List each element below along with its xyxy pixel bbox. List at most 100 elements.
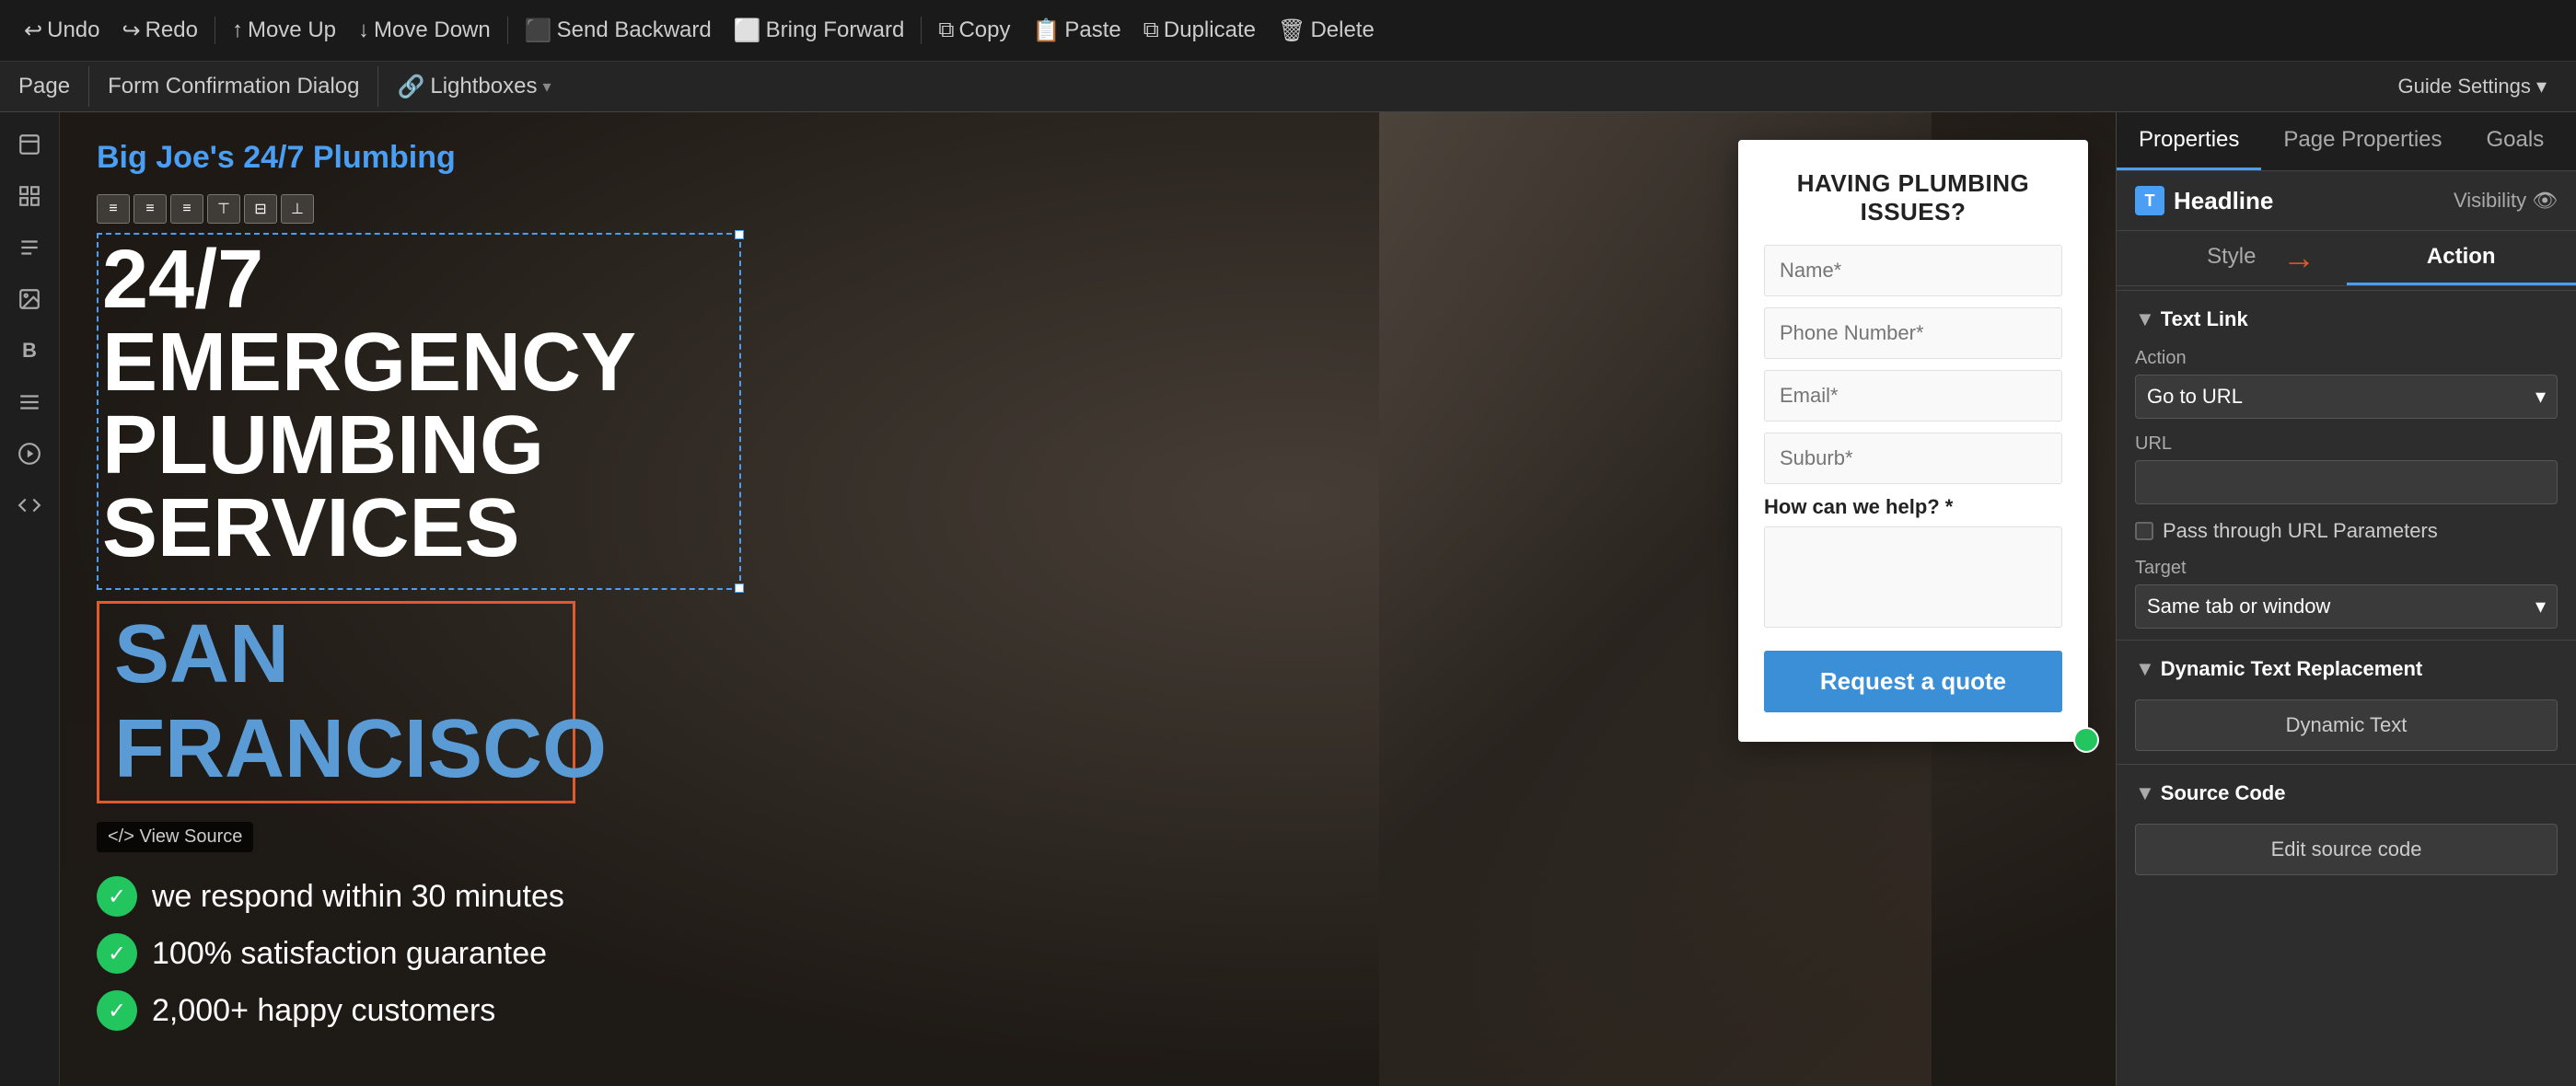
headline-line2: PLUMBING <box>102 404 736 487</box>
sidebar-play-icon[interactable] <box>6 431 52 477</box>
source-code-section-label: Source Code <box>2161 781 2286 805</box>
target-field-label: Target <box>2135 558 2558 579</box>
divider-3 <box>921 17 922 44</box>
target-row: Target Same tab or window ▾ <box>2117 550 2576 636</box>
edit-source-label: Edit source code <box>2271 838 2422 861</box>
edit-source-button[interactable]: Edit source code <box>2135 824 2558 875</box>
submit-button[interactable]: Request a quote <box>1764 651 2062 712</box>
duplicate-button[interactable]: ⧉ Duplicate <box>1134 12 1265 49</box>
source-code-section-header[interactable]: ▼ Source Code <box>2117 768 2576 814</box>
divider-2 <box>507 17 508 44</box>
dynamic-text-element[interactable]: SAN FRANCISCO <box>97 601 575 803</box>
style-action-tabs: Style Action <box>2117 231 2576 286</box>
app-layout: ↩ Undo ↪ Redo ↑ Move Up ↓ Move Down ⬛ Se… <box>0 0 2576 1086</box>
sidebar-page-icon[interactable] <box>6 121 52 168</box>
email-input[interactable] <box>1764 370 2062 422</box>
element-title-text: Headline <box>2174 187 2273 215</box>
move-down-label: Move Down <box>374 17 491 43</box>
dynamic-text-arrow: → <box>2116 706 2122 745</box>
dynamic-text-chevron: ▼ <box>2135 657 2155 681</box>
element-alignment-toolbar: ≡ ≡ ≡ ⊤ ⊟ ⊥ <box>97 194 741 224</box>
align-bottom-button[interactable]: ⊥ <box>281 194 314 224</box>
headline-text: 24/7 EMERGENCY PLUMBING SERVICES <box>102 238 736 570</box>
sidebar-image-icon[interactable] <box>6 276 52 322</box>
name-input[interactable] <box>1764 245 2062 296</box>
align-middle-button[interactable]: ⊟ <box>244 194 277 224</box>
properties-tab-label: Properties <box>2139 127 2239 152</box>
paste-label: Paste <box>1064 17 1120 43</box>
guide-settings-label: Guide Settings <box>2398 75 2531 98</box>
copy-button[interactable]: ⧉ Copy <box>929 12 1019 49</box>
target-value: Same tab or window <box>2147 595 2330 618</box>
sidebar-grid-icon[interactable] <box>6 173 52 219</box>
view-source-label: </> View Source <box>108 826 242 848</box>
target-select[interactable]: Same tab or window ▾ <box>2135 584 2558 629</box>
lightboxes-tab[interactable]: 🔗 Lightboxes ▾ <box>378 66 569 108</box>
page-tab-bar: Page Form Confirmation Dialog 🔗 Lightbox… <box>0 62 2576 112</box>
pass-through-label: Pass through URL Parameters <box>2163 519 2438 543</box>
section-divider-1 <box>2117 290 2576 291</box>
guide-settings-button[interactable]: Guide Settings ▾ <box>2387 69 2558 104</box>
duplicate-icon: ⧉ <box>1143 17 1159 43</box>
form-card: HAVING PLUMBING ISSUES? How can we help?… <box>1738 140 2088 742</box>
align-top-button[interactable]: ⊤ <box>207 194 240 224</box>
headline-type-icon: T <box>2135 186 2164 215</box>
headline-selection: 24/7 EMERGENCY PLUMBING SERVICES <box>97 233 741 590</box>
form-confirmation-tab[interactable]: Form Confirmation Dialog <box>89 66 378 107</box>
align-left-button[interactable]: ≡ <box>97 194 130 224</box>
action-field-label: Action <box>2135 348 2558 369</box>
delete-button[interactable]: 🗑 Delete <box>1269 12 1384 50</box>
sidebar-list-icon[interactable] <box>6 379 52 425</box>
goals-tab[interactable]: Goals <box>2465 112 2567 170</box>
move-up-icon: ↑ <box>232 17 243 43</box>
page-tab[interactable]: Page <box>0 66 89 107</box>
send-backward-label: Send Backward <box>557 17 712 43</box>
suburb-input[interactable] <box>1764 433 2062 484</box>
hero-content: Big Joe's 24/7 Plumbing ≡ ≡ ≡ ⊤ ⊟ ⊥ 24/7… <box>60 112 778 1058</box>
send-backward-icon: ⬛ <box>525 17 552 44</box>
check-icon-3: ✓ <box>97 990 137 1031</box>
page-properties-tab-label: Page Properties <box>2283 127 2442 152</box>
dynamic-text-section-label: Dynamic Text Replacement <box>2161 657 2422 681</box>
right-panel: Properties Page Properties Goals T Headl… <box>2116 112 2576 1086</box>
phone-input[interactable] <box>1764 307 2062 359</box>
action-select[interactable]: Go to URL ▾ <box>2135 375 2558 419</box>
align-right-button[interactable]: ≡ <box>170 194 203 224</box>
text-link-section-header[interactable]: ▼ Text Link <box>2117 295 2576 341</box>
sidebar-code-icon[interactable] <box>6 482 52 528</box>
bring-forward-button[interactable]: ⬜ Bring Forward <box>725 12 914 50</box>
undo-button[interactable]: ↩ Undo <box>15 12 109 50</box>
paste-button[interactable]: 📋 Paste <box>1024 12 1131 50</box>
element-title-row: T Headline <box>2135 186 2273 215</box>
action-value: Go to URL <box>2147 385 2243 409</box>
top-tabs: Properties Page Properties Goals <box>2117 112 2576 171</box>
align-center-button[interactable]: ≡ <box>133 194 167 224</box>
dynamic-text-btn-label: Dynamic Text <box>2286 713 2408 736</box>
move-down-button[interactable]: ↓ Move Down <box>349 12 500 49</box>
action-row: Action Go to URL ▾ <box>2117 341 2576 426</box>
properties-tab[interactable]: Properties <box>2117 112 2261 170</box>
visibility-control[interactable]: Visibility 👁 <box>2454 189 2558 213</box>
redo-button[interactable]: ↪ Redo <box>112 12 206 50</box>
send-backward-button[interactable]: ⬛ Send Backward <box>516 12 721 50</box>
how-can-we-help-textarea[interactable] <box>1764 526 2062 628</box>
form-confirmation-label: Form Confirmation Dialog <box>108 74 359 98</box>
pass-through-checkbox[interactable] <box>2135 522 2153 540</box>
view-source-badge[interactable]: </> View Source <box>97 822 253 852</box>
style-tab[interactable]: Style <box>2117 231 2347 285</box>
action-tab[interactable]: Action <box>2347 231 2576 285</box>
dynamic-text-section-header[interactable]: ▼ Dynamic Text Replacement <box>2117 644 2576 690</box>
dynamic-text-button[interactable]: Dynamic Text <box>2135 699 2558 751</box>
url-input[interactable] <box>2135 460 2558 504</box>
move-down-icon: ↓ <box>358 17 369 43</box>
headline-line3: SERVICES <box>102 487 736 570</box>
company-name: Big Joe's 24/7 Plumbing <box>97 140 741 176</box>
form-green-dot <box>2073 727 2099 753</box>
page-properties-tab[interactable]: Page Properties <box>2261 112 2464 170</box>
move-up-button[interactable]: ↑ Move Up <box>223 12 345 49</box>
sidebar-button-icon[interactable]: B <box>6 328 52 374</box>
section-divider-2 <box>2117 640 2576 641</box>
element-header: T Headline Visibility 👁 <box>2117 171 2576 231</box>
canvas-area[interactable]: Big Joe's 24/7 Plumbing ≡ ≡ ≡ ⊤ ⊟ ⊥ 24/7… <box>60 112 2116 1086</box>
sidebar-text-icon[interactable] <box>6 225 52 271</box>
